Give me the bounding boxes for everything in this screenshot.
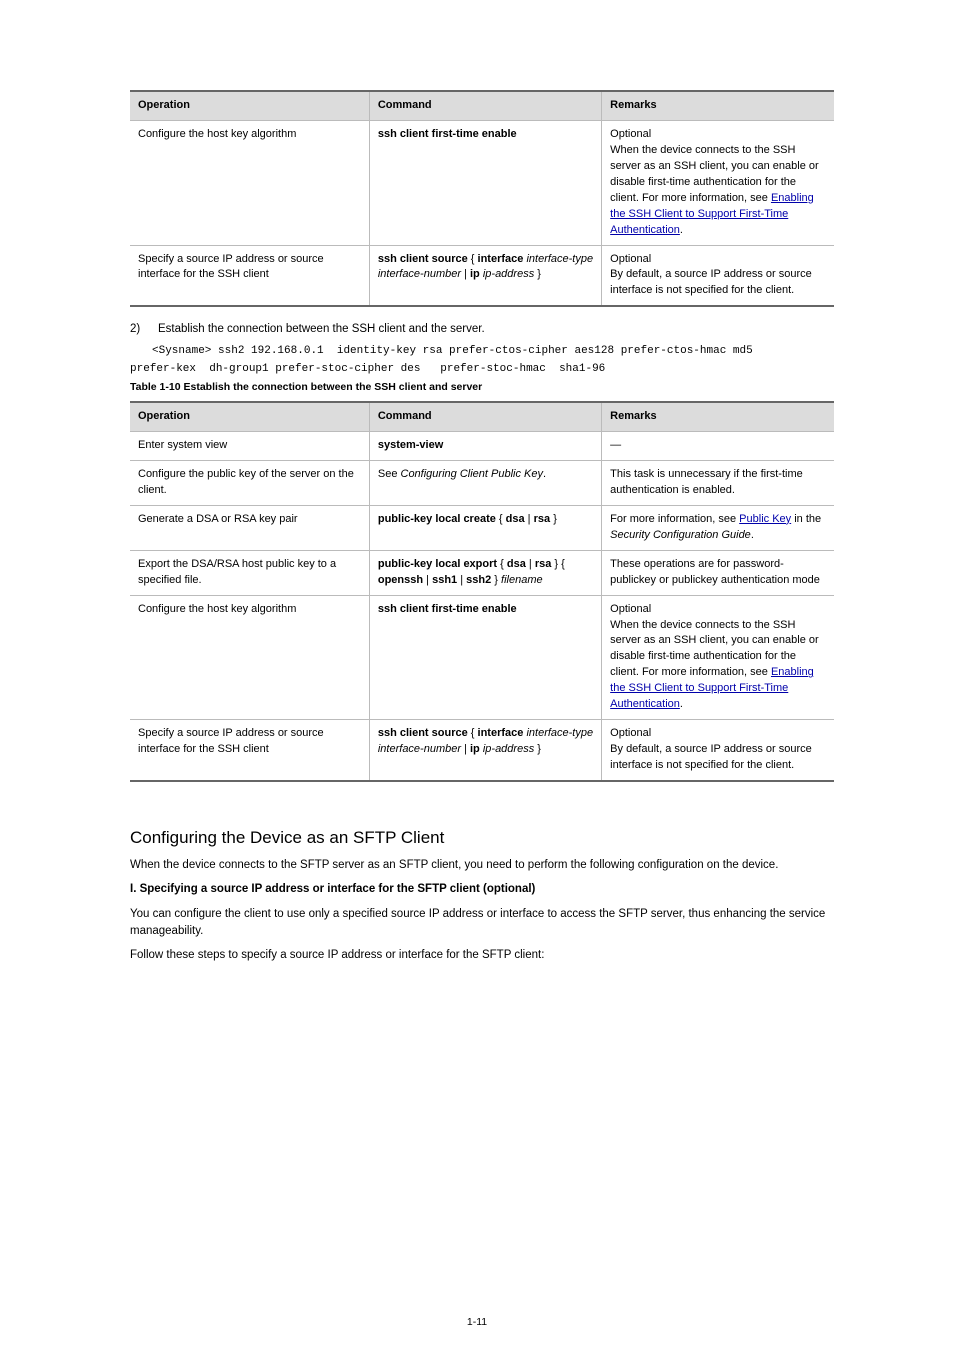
table-row: Generate a DSA or RSA key pair public-ke…	[130, 505, 834, 550]
cell-remarks: For more information, see Public Key in …	[602, 505, 834, 550]
table-header-row: Operation Command Remarks	[130, 91, 834, 120]
cell-command: ssh client source { interface interface-…	[369, 720, 601, 781]
cell-operation: Enter system view	[130, 432, 369, 461]
table-1-10: Operation Command Remarks Enter system v…	[130, 401, 834, 782]
col-remarks-header: Remarks	[602, 402, 834, 431]
cell-operation: Configure the host key algorithm	[130, 595, 369, 720]
cell-command: ssh client source { interface interface-…	[369, 245, 601, 306]
link-public-key[interactable]: Public Key	[739, 513, 791, 525]
cell-remarks: This task is unnecessary if the first-ti…	[602, 460, 834, 505]
table-row: Specify a source IP address or source in…	[130, 720, 834, 781]
table-1-10-caption: Table 1-10 Establish the connection betw…	[130, 380, 834, 395]
cell-operation: Generate a DSA or RSA key pair	[130, 505, 369, 550]
cell-operation: Specify a source IP address or source in…	[130, 720, 369, 781]
table-header-row: Operation Command Remarks	[130, 402, 834, 431]
table-row: Configure the host key algorithm ssh cli…	[130, 120, 834, 245]
link-first-time-auth[interactable]: Enabling the SSH Client to Support First…	[610, 192, 814, 236]
page-number: 1-11	[0, 1315, 954, 1330]
cell-command: ssh client first-time enable	[369, 595, 601, 720]
cell-operation: Specify a source IP address or source in…	[130, 245, 369, 306]
col-operation-header: Operation	[130, 402, 369, 431]
step-2-cmd-line1: <Sysname> ssh2 192.168.0.1 identity-key …	[130, 344, 834, 360]
step-2-title: 2)Establish the connection between the S…	[130, 321, 834, 338]
cell-remarks: OptionalBy default, a source IP address …	[602, 720, 834, 781]
cell-operation: Configure the public key of the server o…	[130, 460, 369, 505]
table-row: Specify a source IP address or source in…	[130, 245, 834, 306]
table-row: Export the DSA/RSA host public key to a …	[130, 550, 834, 595]
cell-command: ssh client first-time enable	[369, 120, 601, 245]
cell-remarks: —	[602, 432, 834, 461]
cell-command: system-view	[369, 432, 601, 461]
link-first-time-auth[interactable]: Enabling the SSH Client to Support First…	[610, 666, 814, 710]
sftp-section-title: Configuring the Device as an SFTP Client	[130, 826, 834, 851]
sftp-intro-paragraph: When the device connects to the SFTP ser…	[130, 857, 834, 874]
cell-remarks: Optional When the device connects to the…	[602, 595, 834, 720]
table-row: Configure the public key of the server o…	[130, 460, 834, 505]
table-row: Enter system view system-view —	[130, 432, 834, 461]
col-operation-header: Operation	[130, 91, 369, 120]
table-row: Configure the host key algorithm ssh cli…	[130, 595, 834, 720]
table-9-continuation: Operation Command Remarks Configure the …	[130, 90, 834, 307]
cell-command: public-key local export { dsa | rsa } { …	[369, 550, 601, 595]
cell-remarks: These operations are for password-public…	[602, 550, 834, 595]
cell-operation: Export the DSA/RSA host public key to a …	[130, 550, 369, 595]
cell-remarks: OptionalBy default, a source IP address …	[602, 245, 834, 306]
sftp-subheading: I. Specifying a source IP address or int…	[130, 881, 834, 898]
step-2-cmd-line2: prefer-kex dh-group1 prefer-stoc-cipher …	[130, 362, 834, 378]
col-command-header: Command	[369, 402, 601, 431]
sftp-leadin-paragraph: Follow these steps to specify a source I…	[130, 947, 834, 964]
col-command-header: Command	[369, 91, 601, 120]
sftp-desc-paragraph: You can configure the client to use only…	[130, 906, 834, 939]
cell-command: public-key local create { dsa | rsa }	[369, 505, 601, 550]
cell-remarks: Optional When the device connects to the…	[602, 120, 834, 245]
cell-operation: Configure the host key algorithm	[130, 120, 369, 245]
col-remarks-header: Remarks	[602, 91, 834, 120]
cell-command: See Configuring Client Public Key.	[369, 460, 601, 505]
